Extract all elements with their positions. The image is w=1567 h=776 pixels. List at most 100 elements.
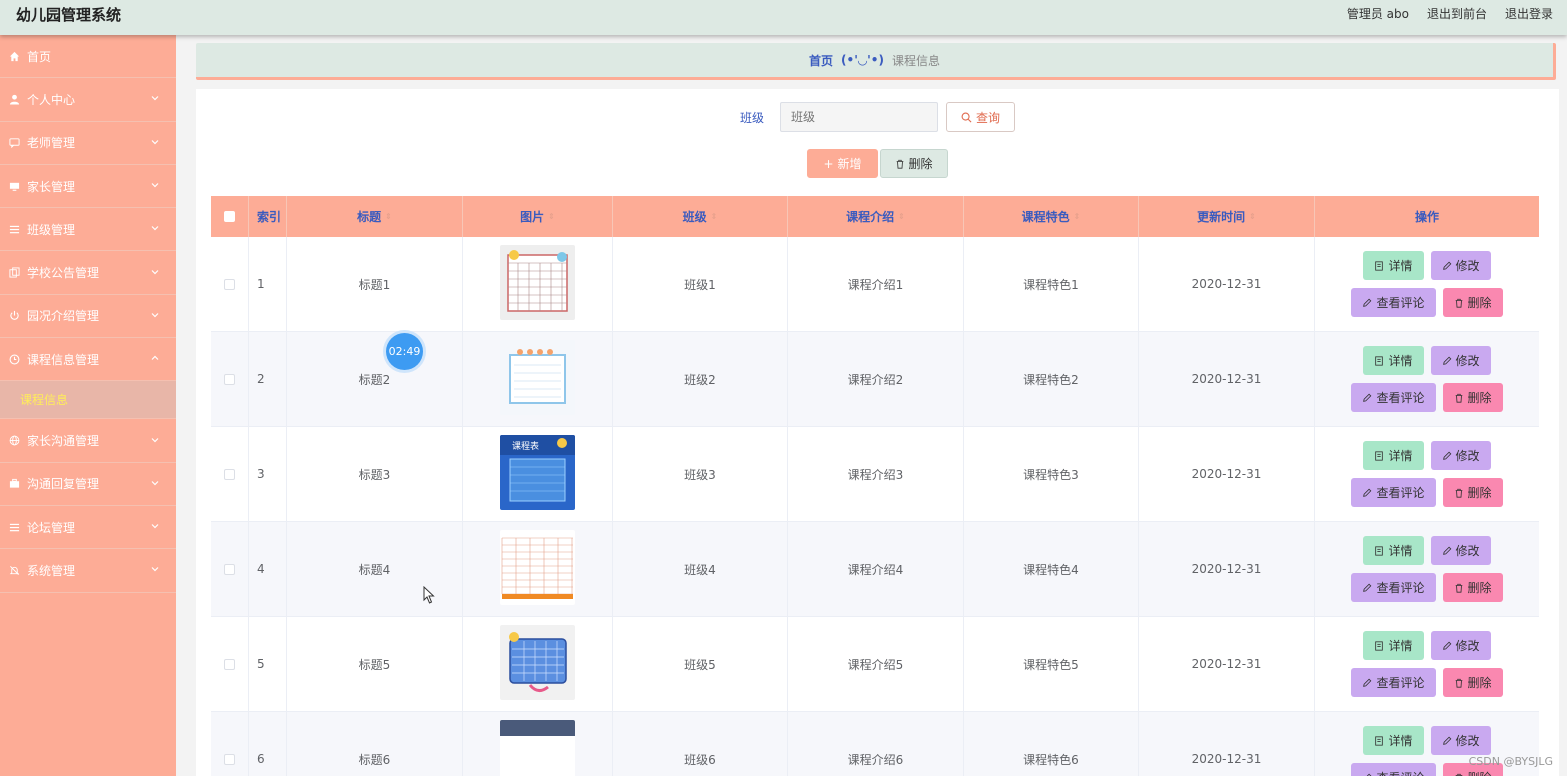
sidebar-item-course-info[interactable]: 课程信息管理 (0, 338, 176, 382)
ops-cell: 详情 修改查看评论 删除 (1315, 617, 1539, 711)
header-label: 操作 (1414, 210, 1439, 224)
delete-button[interactable]: 删除 (1442, 478, 1503, 507)
sidebar-item-parent-communication[interactable]: 家长沟通管理 (0, 419, 176, 463)
header-intro[interactable]: 课程介绍 ⇕ (788, 196, 964, 237)
sidebar-item-announcements[interactable]: 学校公告管理 (0, 251, 176, 295)
row-checkbox[interactable] (224, 658, 235, 670)
sidebar-item-replies[interactable]: 沟通回复管理 (0, 463, 176, 506)
delete-button[interactable]: 删除 (1442, 573, 1503, 602)
select-all-checkbox[interactable] (224, 211, 235, 222)
batch-delete-button[interactable]: 删除 (879, 149, 948, 178)
detail-button[interactable]: 详情 (1363, 631, 1424, 660)
course-image[interactable] (500, 530, 575, 608)
sidebar-item-label: 家长沟通管理 (27, 434, 100, 449)
trash-icon (1455, 678, 1462, 688)
sidebar-item-parents[interactable]: 家长管理 (0, 165, 176, 209)
document-icon (1375, 640, 1384, 651)
title-cell: 标题5 (287, 617, 463, 711)
sidebar-subitem-course-info[interactable]: 课程信息 (0, 381, 176, 420)
edit-label: 修改 (1455, 449, 1480, 463)
class-cell: 班级6 (613, 712, 788, 776)
header-label: 课程特色 (1021, 210, 1070, 224)
table-row: 1 标题1 班级1 课程介绍1 课程特色1 2020-12-31 详情 修改 查看评论 删除 (211, 237, 1539, 332)
course-image[interactable] (500, 340, 575, 418)
detail-button[interactable]: 详情 (1363, 346, 1424, 375)
sidebar-item-label: 首页 (27, 49, 52, 64)
pencil-icon (1363, 583, 1372, 592)
intro-cell: 课程介绍4 (788, 522, 964, 616)
title-cell: 标题3 (287, 427, 463, 521)
sidebar-item-profile[interactable]: 个人中心 (0, 78, 176, 122)
row-checkbox[interactable] (224, 753, 235, 765)
sidebar-item-classes[interactable]: 班级管理 (0, 208, 176, 252)
logout-link[interactable]: 退出登录 (1505, 5, 1553, 22)
plus-icon: + (823, 156, 834, 171)
index-cell: 6 (249, 712, 287, 776)
sidebar-item-forum[interactable]: 论坛管理 (0, 506, 176, 550)
breadcrumb-home[interactable]: 首页 (809, 52, 833, 69)
batch-delete-label: 删除 (908, 157, 933, 171)
timer-badge: 02:49 (386, 333, 423, 370)
edit-button[interactable]: 修改 (1430, 536, 1491, 565)
detail-button[interactable]: 详情 (1363, 251, 1424, 280)
course-image[interactable] (500, 720, 575, 776)
class-search-input[interactable] (780, 102, 938, 132)
pencil-icon (1366, 773, 1372, 776)
row-checkbox[interactable] (224, 563, 235, 575)
exit-to-front-link[interactable]: 退出到前台 (1427, 5, 1487, 22)
header-image[interactable]: 图片 ⇕ (463, 196, 613, 237)
header-class[interactable]: 班级 ⇕ (613, 196, 788, 237)
delete-button[interactable]: 删除 (1442, 668, 1503, 697)
view-comments-button[interactable]: 查看评论 (1351, 288, 1436, 317)
list-icon (8, 223, 20, 235)
edit-button[interactable]: 修改 (1430, 251, 1491, 280)
comment-label: 查看评论 (1376, 486, 1425, 500)
search-button-label: 查询 (976, 110, 1001, 125)
course-image[interactable] (500, 245, 575, 323)
add-button-label: 新增 (837, 157, 862, 171)
ops-row: 查看评论 删除 (1351, 478, 1503, 507)
row-checkbox[interactable] (224, 468, 235, 480)
edit-label: 修改 (1455, 734, 1480, 748)
sidebar-item-teachers[interactable]: 老师管理 (0, 122, 176, 165)
sidebar-item-label: 系统管理 (27, 563, 76, 578)
detail-button[interactable]: 详情 (1363, 726, 1424, 755)
updated-cell: 2020-12-31 (1139, 427, 1315, 521)
detail-button[interactable]: 详情 (1363, 441, 1424, 470)
view-comments-button[interactable]: 查看评论 (1351, 383, 1436, 412)
sidebar-item-school-intro[interactable]: 园况介绍管理 (0, 295, 176, 339)
course-image[interactable] (500, 625, 575, 703)
edit-button[interactable]: 修改 (1430, 441, 1491, 470)
row-checkbox[interactable] (224, 373, 235, 385)
search-button[interactable]: 查询 (946, 102, 1016, 132)
delete-button[interactable]: 删除 (1442, 288, 1503, 317)
edit-button[interactable]: 修改 (1430, 346, 1491, 375)
sidebar-item-home[interactable]: 首页 (0, 35, 176, 79)
document-icon (1375, 260, 1384, 271)
view-comments-button[interactable]: 查看评论 (1351, 763, 1436, 776)
header-updated[interactable]: 更新时间 ⇕ (1139, 196, 1315, 237)
header-label: 标题 (357, 210, 382, 224)
row-select-cell (211, 712, 249, 776)
edit-label: 修改 (1455, 354, 1480, 368)
view-comments-button[interactable]: 查看评论 (1351, 668, 1436, 697)
sidebar-item-label: 班级管理 (27, 222, 76, 237)
edit-button[interactable]: 修改 (1430, 726, 1491, 755)
add-button[interactable]: + 新增 (807, 149, 878, 178)
view-comments-button[interactable]: 查看评论 (1351, 478, 1436, 507)
updated-cell: 2020-12-31 (1139, 712, 1315, 776)
sidebar-item-label: 个人中心 (27, 92, 76, 107)
course-image[interactable]: 课程表 (500, 435, 575, 513)
edit-button[interactable]: 修改 (1430, 631, 1491, 660)
delete-button[interactable]: 删除 (1442, 383, 1503, 412)
ops-row: 查看评论 删除 (1351, 573, 1503, 602)
sidebar-item-system[interactable]: 系统管理 (0, 549, 176, 593)
pencil-icon (1442, 641, 1451, 650)
ops-row: 详情 修改 (1363, 346, 1491, 375)
row-checkbox[interactable] (224, 278, 235, 290)
detail-button[interactable]: 详情 (1363, 536, 1424, 565)
header-feature[interactable]: 课程特色 ⇕ (964, 196, 1139, 237)
comment-label: 查看评论 (1376, 391, 1425, 405)
header-title[interactable]: 标题 ⇕ (287, 196, 463, 237)
view-comments-button[interactable]: 查看评论 (1351, 573, 1436, 602)
